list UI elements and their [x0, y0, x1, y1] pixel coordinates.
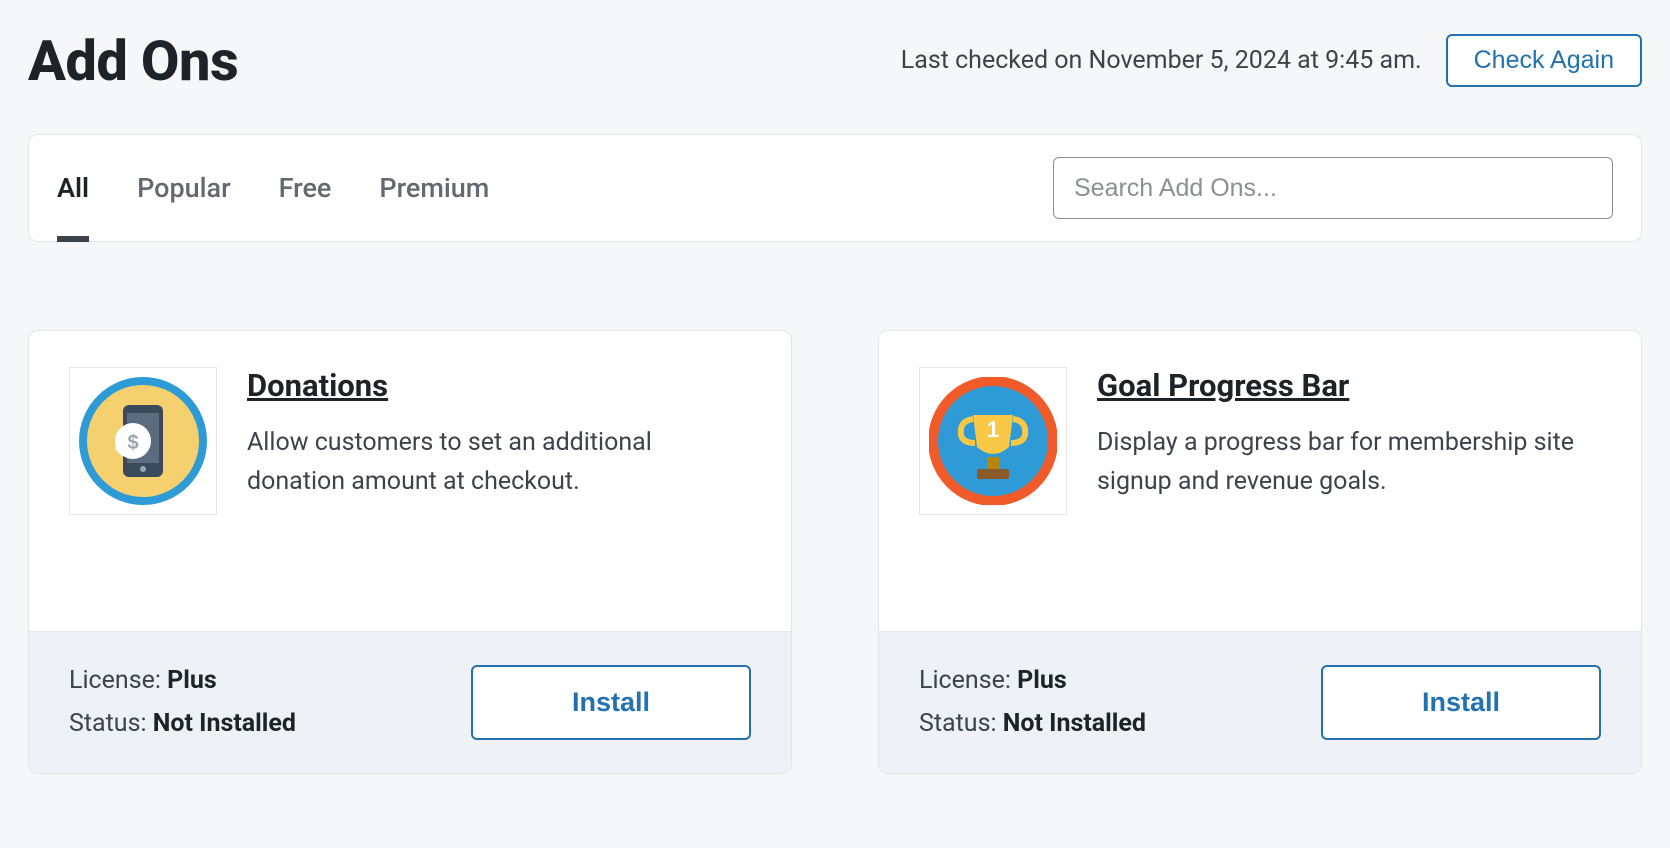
install-button[interactable]: Install	[1321, 665, 1601, 740]
page-header: Add Ons Last checked on November 5, 2024…	[28, 28, 1642, 94]
addon-card-goal-progress: 1 Goal Progress Bar Display a progress b…	[878, 330, 1642, 774]
addon-cards: $ Donations Allow customers to set an ad…	[28, 330, 1642, 774]
last-checked-text: Last checked on November 5, 2024 at 9:45…	[901, 46, 1422, 75]
filter-bar: All Popular Free Premium	[28, 134, 1642, 242]
tab-premium[interactable]: Premium	[379, 135, 489, 241]
license-label: License:	[69, 666, 161, 695]
status-value: Not Installed	[153, 709, 296, 738]
addon-card-donations: $ Donations Allow customers to set an ad…	[28, 330, 792, 774]
license-value: Plus	[1017, 666, 1067, 695]
tab-popular[interactable]: Popular	[137, 135, 231, 241]
install-button[interactable]: Install	[471, 665, 751, 740]
addon-title-link[interactable]: Goal Progress Bar	[1097, 367, 1349, 404]
addon-description: Display a progress bar for membership si…	[1097, 424, 1601, 502]
status-value: Not Installed	[1003, 709, 1146, 738]
svg-text:$: $	[127, 432, 138, 454]
filter-tabs: All Popular Free Premium	[57, 135, 489, 241]
tab-all[interactable]: All	[57, 135, 89, 241]
trophy-icon: 1	[919, 367, 1067, 515]
page-title: Add Ons	[28, 28, 238, 94]
addon-description: Allow customers to set an additional don…	[247, 424, 751, 502]
check-again-button[interactable]: Check Again	[1446, 34, 1642, 87]
svg-text:1: 1	[987, 417, 999, 442]
tab-free[interactable]: Free	[279, 135, 332, 241]
search-input[interactable]	[1053, 157, 1613, 219]
addon-title-link[interactable]: Donations	[247, 367, 388, 404]
addon-meta: License: Plus Status: Not Installed	[919, 660, 1146, 745]
status-label: Status:	[919, 709, 997, 738]
donations-icon: $	[69, 367, 217, 515]
license-label: License:	[919, 666, 1011, 695]
license-value: Plus	[167, 666, 217, 695]
addon-meta: License: Plus Status: Not Installed	[69, 660, 296, 745]
status-label: Status:	[69, 709, 147, 738]
